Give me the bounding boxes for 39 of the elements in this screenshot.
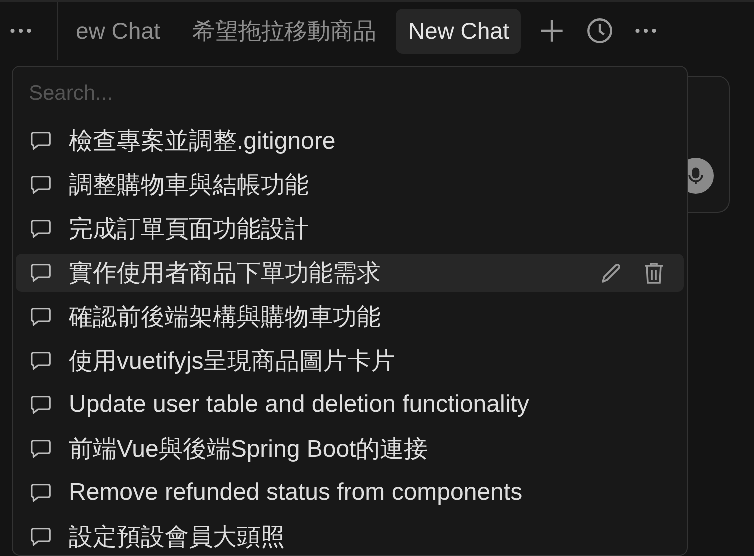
chat-history-item[interactable]: 檢查專案並調整.gitignore [16,122,684,160]
chat-title: 實作使用者商品下單功能需求 [69,259,381,289]
chat-bubble-icon [30,307,52,327]
chat-history-item[interactable]: 調整購物車與結帳功能 [16,166,684,204]
chat-title: 完成訂單頁面功能設計 [69,215,309,245]
tab[interactable]: New Chat [396,8,522,54]
trash-icon[interactable] [642,261,666,285]
chat-bubble-icon [30,175,52,195]
more-icon[interactable] [10,28,32,34]
chat-title: 調整購物車與結帳功能 [69,171,309,201]
plus-icon[interactable] [539,18,566,44]
tab[interactable]: ew Chat [64,8,172,54]
chat-title: 前端Vue與後端Spring Boot的連接 [69,435,428,465]
chat-history-item[interactable]: 前端Vue與後端Spring Boot的連接 [16,430,684,468]
chat-bubble-icon [30,263,52,283]
chat-history-item[interactable]: Remove refunded status from components [16,474,684,512]
search-field[interactable]: Search... [16,67,684,121]
chat-title: 設定預設會員大頭照 [69,523,285,553]
chat-bubble-icon [30,483,52,503]
chat-history-item[interactable]: 完成訂單頁面功能設計 [16,210,684,248]
chat-title: Update user table and deletion functionality [69,391,530,419]
chat-history-item[interactable]: 實作使用者商品下單功能需求 [16,254,684,292]
chat-title: 檢查專案並調整.gitignore [69,127,336,157]
chat-history-item[interactable]: 確認前後端架構與購物車功能 [16,298,684,336]
clock-icon[interactable] [587,18,614,44]
chat-bubble-icon [30,439,52,459]
chat-bubble-icon [30,527,52,547]
chat-history-item[interactable]: 使用vuetifyjs呈現商品圖片卡片 [16,342,684,380]
chat-title: 使用vuetifyjs呈現商品圖片卡片 [69,347,396,377]
chat-bubble-icon [30,219,52,239]
chat-bubble-icon [30,131,52,151]
chat-bubble-icon [30,351,52,371]
chat-title: 確認前後端架構與購物車功能 [69,303,381,333]
chat-history-item[interactable]: 設定預設會員大頭照 [16,518,684,555]
tab[interactable]: 希望拖拉移動商品 [180,6,388,56]
chat-bubble-icon [30,395,52,415]
more-icon[interactable] [635,28,658,34]
chat-title: Remove refunded status from components [69,479,523,507]
chat-history-item[interactable]: Update user table and deletion functionality [16,386,684,424]
